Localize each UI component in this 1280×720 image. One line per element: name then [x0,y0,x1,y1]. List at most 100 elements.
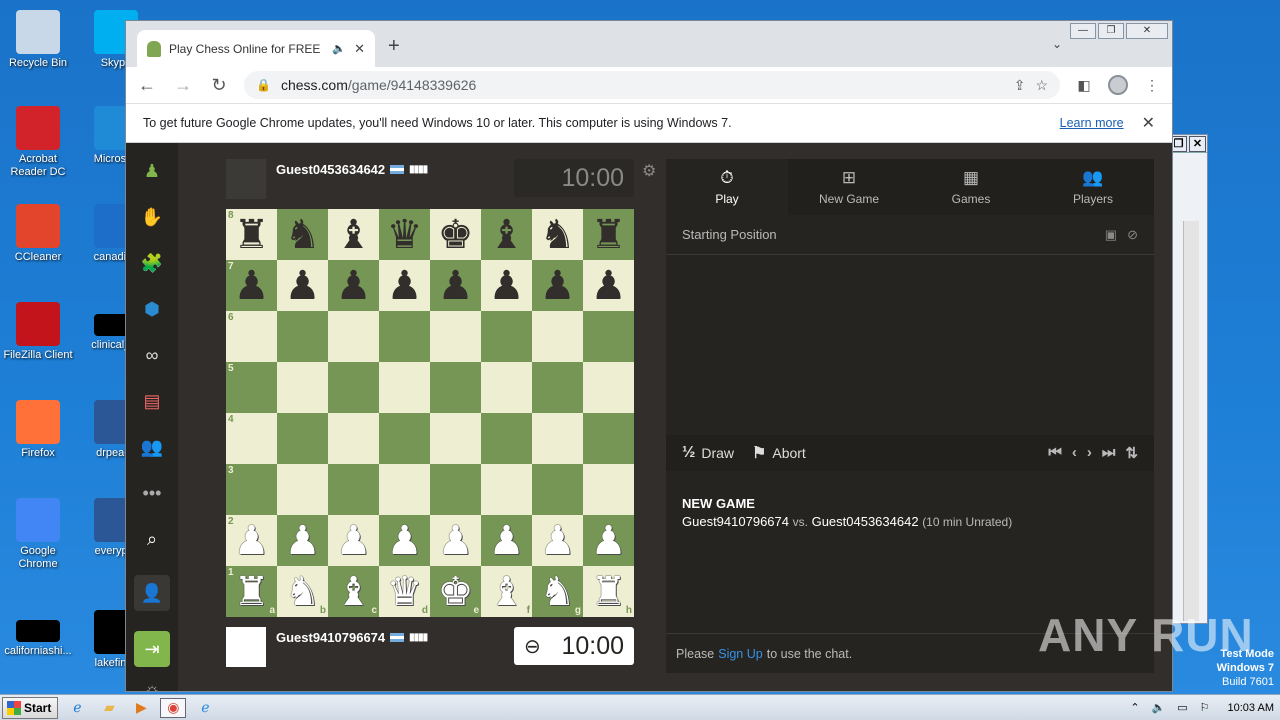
board-square[interactable] [583,413,634,464]
board-square[interactable] [532,464,583,515]
board-square[interactable]: ♟ [277,260,328,311]
board-square[interactable]: 7 ♟ [226,260,277,311]
board-square[interactable]: ♟ [328,260,379,311]
scrollbar[interactable] [1183,221,1199,621]
bookmark-star-icon[interactable]: ☆ [1035,77,1048,94]
board-square[interactable] [430,413,481,464]
board-square[interactable]: 8 ♜ [226,209,277,260]
black-bishop-piece[interactable]: ♝ [489,215,525,255]
board-square[interactable] [481,362,532,413]
board-square[interactable] [328,413,379,464]
desktop-icon[interactable]: Acrobat Reader DC [0,106,76,179]
board-square[interactable]: 4 [226,413,277,464]
board-square[interactable] [430,362,481,413]
board-square[interactable]: ♟ [430,260,481,311]
search-icon[interactable]: ⌕ [134,521,170,557]
board-square[interactable]: ♟ [328,515,379,566]
profile-avatar-icon[interactable] [1108,75,1128,95]
flip-board-icon[interactable]: ⇅ [1125,444,1138,462]
last-move-icon[interactable]: ⏭ [1102,444,1116,462]
avatar[interactable] [226,159,266,199]
white-queen-piece[interactable]: ♛ [387,572,423,612]
black-bishop-piece[interactable]: ♝ [336,215,372,255]
board-square[interactable]: 6 [226,311,277,362]
sign-up-link[interactable]: Sign Up [718,647,762,661]
board-square[interactable]: ♚ [430,209,481,260]
ie-icon[interactable]: ℯ [64,698,90,718]
board-square[interactable]: ♟ [277,515,328,566]
maximize-button[interactable]: ❐ [1098,23,1124,39]
board-square[interactable] [430,464,481,515]
chess-board[interactable]: 8 ♜ ♞ ♝ ♛ ♚ ♝ ♞ ♜ 7 ♟ ♟ ♟ ♟ ♟ ♟ ♟ ♟ 6 5 4 3 2 ♟ ♟ ♟ ♟ ♟ ♟ ♟ ♟ 1 a ♜ b ♞ c ♝ d ♛… [226,209,634,617]
watch-binoculars-icon[interactable]: ∞ [134,337,170,373]
white-pawn-piece[interactable]: ♟ [285,521,321,561]
minimize-button[interactable]: — [1070,23,1096,39]
board-square[interactable]: 5 [226,362,277,413]
login-icon[interactable]: ⇥ [134,631,170,667]
settings-gear-icon[interactable]: ⚙ [642,161,656,181]
board-square[interactable] [379,311,430,362]
board-square[interactable]: ♟ [583,260,634,311]
board-square[interactable]: 3 [226,464,277,515]
board-square[interactable] [481,311,532,362]
black-pawn-piece[interactable]: ♟ [591,266,627,306]
board-square[interactable]: ♟ [481,515,532,566]
first-move-icon[interactable]: ⏮ [1048,444,1062,462]
chess-logo-icon[interactable]: ♟ [134,153,170,189]
white-knight-piece[interactable]: ♞ [285,572,321,612]
explorer-folder-icon[interactable]: ▰ [96,698,122,718]
white-pawn-piece[interactable]: ♟ [591,521,627,561]
board-square[interactable]: ♜ [583,209,634,260]
black-knight-piece[interactable]: ♞ [540,215,576,255]
new-tab-button[interactable]: + [388,35,400,58]
network-icon[interactable]: ▭ [1177,701,1187,714]
white-pawn-piece[interactable]: ♟ [540,521,576,561]
board-square[interactable]: ♝ [481,209,532,260]
desktop-icon[interactable]: Firefox [0,400,76,460]
board-square[interactable] [481,464,532,515]
lock-icon[interactable]: 🔒 [256,78,271,92]
board-square[interactable] [277,311,328,362]
black-king-piece[interactable]: ♚ [438,215,474,255]
white-king-piece[interactable]: ♚ [438,572,474,612]
board-square[interactable]: d ♛ [379,566,430,617]
board-square[interactable] [583,362,634,413]
black-pawn-piece[interactable]: ♟ [438,266,474,306]
board-square[interactable] [583,311,634,362]
media-player-icon[interactable]: ▶ [128,698,154,718]
menu-kebab-icon[interactable]: ⋮ [1142,77,1162,94]
black-pawn-piece[interactable]: ♟ [234,266,270,306]
tab-players[interactable]: 👥 Players [1032,159,1154,215]
board-square[interactable]: ♟ [481,260,532,311]
board-square[interactable] [379,362,430,413]
background-window[interactable]: ❐ ✕ [1168,134,1208,624]
news-icon[interactable]: ▤ [134,383,170,419]
learn-icon[interactable]: ⬢ [134,291,170,327]
board-square[interactable]: ♞ [532,209,583,260]
add-user-icon[interactable]: 👤 [134,575,170,611]
board-square[interactable] [379,464,430,515]
board-square[interactable] [277,362,328,413]
board-square[interactable]: h ♜ [583,566,634,617]
tray-expand-icon[interactable]: ⌃ [1130,701,1139,714]
desktop-icon[interactable]: FileZilla Client [0,302,76,362]
board-square[interactable]: ♛ [379,209,430,260]
black-knight-piece[interactable]: ♞ [285,215,321,255]
board-square[interactable]: f ♝ [481,566,532,617]
close-window-button[interactable]: ✕ [1126,23,1168,39]
board-square[interactable]: 1 a ♜ [226,566,277,617]
side-panel-icon[interactable]: ◧ [1074,77,1094,94]
tab-search-chevron-icon[interactable]: ⌄ [1052,37,1062,51]
white-pawn-piece[interactable]: ♟ [438,521,474,561]
black-player-name[interactable]: Guest0453634642 [812,514,919,529]
learn-more-link[interactable]: Learn more [1060,116,1124,130]
draw-button[interactable]: ½ Draw [682,444,734,462]
board-square[interactable]: ♟ [379,260,430,311]
white-pawn-piece[interactable]: ♟ [336,521,372,561]
tab-new-game[interactable]: ⊞ New Game [788,159,910,215]
board-square[interactable]: ♟ [532,515,583,566]
social-icon[interactable]: 👥 [134,429,170,465]
close-icon[interactable]: ✕ [1189,136,1206,152]
board-square[interactable]: g ♞ [532,566,583,617]
bottom-player-name[interactable]: Guest9410796674 [276,630,385,645]
